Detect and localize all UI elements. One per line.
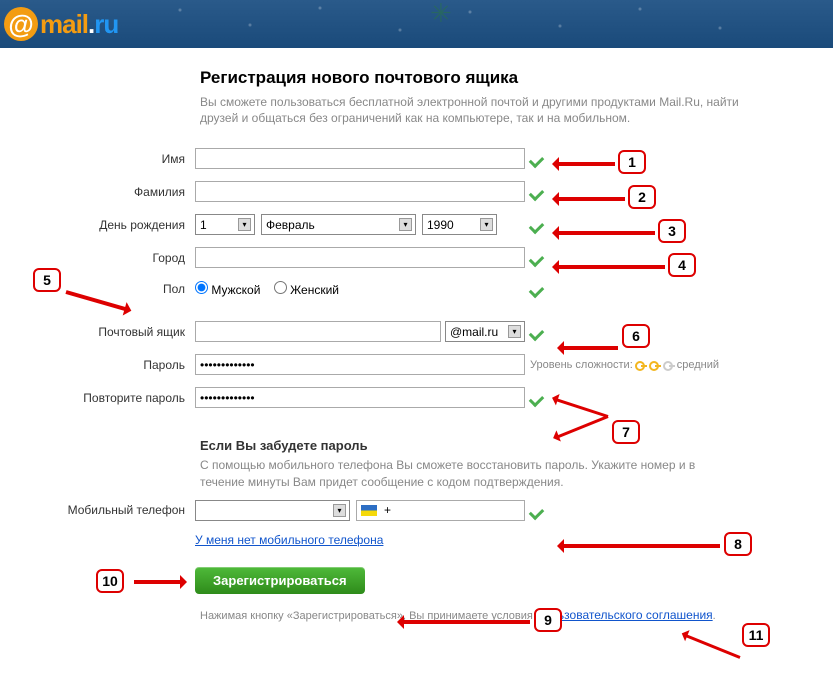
callout-6: 6 — [622, 324, 650, 348]
page-title: Регистрация нового почтового ящика — [200, 68, 743, 88]
radio-female[interactable] — [274, 281, 287, 294]
header-decoration — [0, 0, 833, 48]
callout-3: 3 — [658, 219, 686, 243]
callout-11: 11 — [742, 623, 770, 647]
label-gender: Пол — [0, 282, 195, 296]
input-city[interactable] — [195, 247, 525, 268]
tos-link[interactable]: Пользовательского соглашения — [536, 608, 713, 622]
select-mobile-country[interactable]: ▾ — [195, 500, 350, 521]
input-mailbox[interactable] — [195, 321, 441, 342]
intro-text: Вы сможете пользоваться бесплатной элект… — [200, 94, 743, 126]
chevron-down-icon: ▾ — [508, 325, 521, 338]
chevron-down-icon: ▾ — [399, 218, 412, 231]
logo-mail: mail — [40, 9, 88, 40]
check-icon — [530, 323, 548, 337]
key-icon — [635, 359, 647, 371]
check-icon — [530, 280, 548, 294]
intro-block: Регистрация нового почтового ящика Вы см… — [200, 68, 743, 126]
register-button[interactable]: Зарегистрироваться — [195, 567, 365, 594]
callout-1: 1 — [618, 150, 646, 174]
label-mobile: Мобильный телефон — [0, 503, 195, 517]
label-mailbox: Почтовый ящик — [0, 325, 195, 339]
label-surname: Фамилия — [0, 185, 195, 199]
label-city: Город — [0, 251, 195, 265]
radio-male[interactable] — [195, 281, 208, 294]
chevron-down-icon: ▾ — [238, 218, 251, 231]
header: ✳ @ mail . ru — [0, 0, 833, 48]
select-dob-year[interactable]: 1990▾ — [422, 214, 497, 235]
callout-10: 10 — [96, 569, 124, 593]
input-surname[interactable] — [195, 181, 525, 202]
tree-icon: ✳ — [430, 0, 452, 29]
label-password: Пароль — [0, 358, 195, 372]
label-name: Имя — [0, 152, 195, 166]
logo-link[interactable]: @ mail . ru — [4, 7, 118, 41]
select-dob-day[interactable]: 1▾ — [195, 214, 255, 235]
input-name[interactable] — [195, 148, 525, 169]
callout-9: 9 — [534, 608, 562, 632]
logo-at-icon: @ — [4, 7, 38, 41]
flag-ua-icon — [361, 505, 377, 516]
key-icon — [649, 359, 661, 371]
input-password[interactable] — [195, 354, 525, 375]
input-mobile-number[interactable] — [380, 502, 520, 519]
key-icon — [663, 359, 675, 371]
logo-text: mail . ru — [40, 9, 118, 40]
radio-female-label[interactable]: Женский — [274, 283, 339, 297]
chevron-down-icon: ▾ — [480, 218, 493, 231]
select-mailbox-domain[interactable]: @mail.ru▾ — [445, 321, 525, 342]
logo-ru: ru — [94, 9, 118, 40]
check-icon — [530, 502, 548, 516]
callout-8: 8 — [724, 532, 752, 556]
select-dob-month[interactable]: Февраль▾ — [261, 214, 416, 235]
recover-block: Если Вы забудете пароль С помощью мобиль… — [200, 438, 720, 489]
recover-text: С помощью мобильного телефона Вы сможете… — [200, 457, 720, 489]
callout-2: 2 — [628, 185, 656, 209]
callout-7: 7 — [612, 420, 640, 444]
label-password2: Повторите пароль — [0, 391, 195, 405]
no-mobile-link[interactable]: У меня нет мобильного телефона — [195, 533, 383, 547]
radio-male-label[interactable]: Мужской — [195, 283, 260, 297]
input-password2[interactable] — [195, 387, 525, 408]
callout-5: 5 — [33, 268, 61, 292]
recover-title: Если Вы забудете пароль — [200, 438, 720, 453]
callout-4: 4 — [668, 253, 696, 277]
chevron-down-icon: ▾ — [333, 504, 346, 517]
password-strength: Уровень сложности: средний — [530, 359, 719, 371]
label-dob: День рождения — [0, 218, 195, 232]
